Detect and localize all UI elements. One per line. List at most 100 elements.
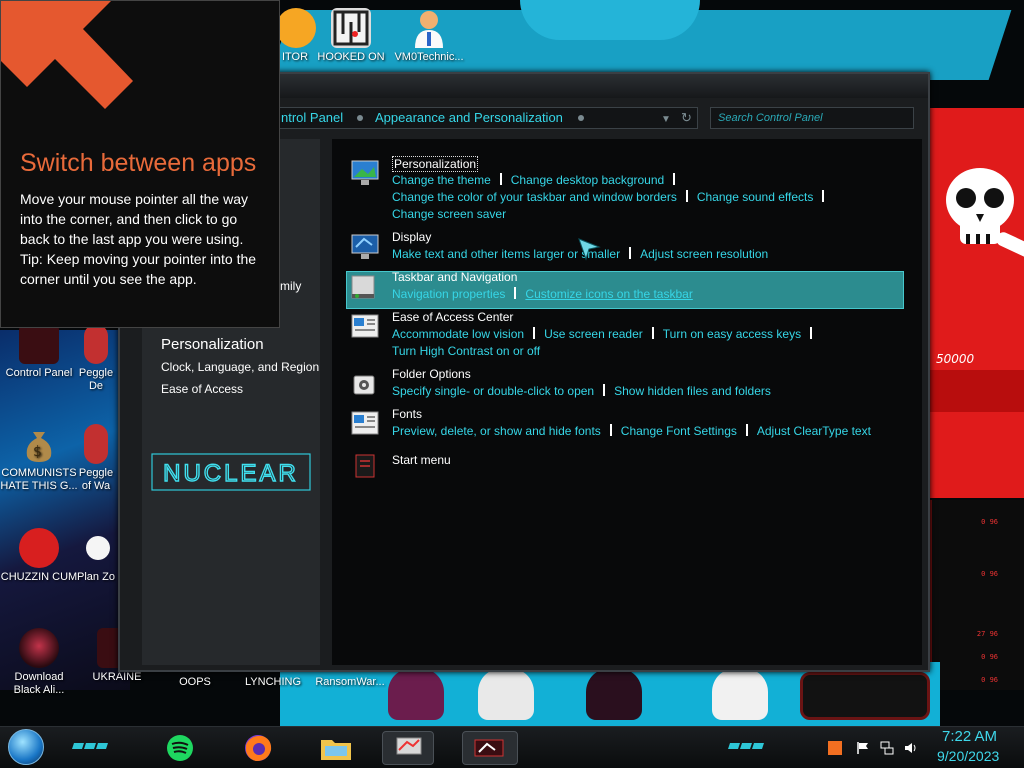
category-links: Preview, delete, or show and hide fonts C… <box>392 423 902 440</box>
control-panel-icon <box>474 739 504 757</box>
app-icon[interactable] <box>828 741 842 755</box>
link-separator <box>810 327 813 339</box>
category-title[interactable]: Display <box>392 230 431 244</box>
desktop-icon[interactable]: CHUZZIN CUM <box>0 528 78 584</box>
link-separator <box>745 424 748 436</box>
taskbar-icon[interactable] <box>350 274 380 302</box>
category-links: Accommodate low vision Use screen reader T… <box>392 326 902 360</box>
clock-time[interactable]: 7:22 AM <box>942 728 997 745</box>
link-use-screen-reader[interactable]: Use screen reader <box>544 327 643 341</box>
nav-item-partial[interactable]: mily <box>280 279 301 293</box>
start-menu-icon[interactable] <box>350 453 380 481</box>
hud-number: 0 96 <box>981 653 998 661</box>
nav-item-clock-language-region[interactable]: Clock, Language, and Region <box>161 360 319 374</box>
desktop-icon[interactable]: RansomWar... <box>311 676 389 689</box>
desktop-icon[interactable]: VM0Technic... <box>390 8 468 64</box>
desktop-icon[interactable]: LYNCHING <box>234 676 312 689</box>
link-separator <box>651 327 654 339</box>
hud-number: 0 96 <box>981 570 998 578</box>
hint-body: Move your mouse pointer all the way into… <box>20 189 270 289</box>
desktop-icon[interactable]: OOPS <box>156 676 234 689</box>
link-separator <box>603 384 606 396</box>
desktop-icon[interactable]: Peggle of Wa <box>76 424 116 493</box>
link-adjust-screen-resolution[interactable]: Adjust screen resolution <box>640 247 768 261</box>
link-single-double-click[interactable]: Specify single- or double-click to open <box>392 384 594 398</box>
taskbar-button-spotify[interactable] <box>160 731 200 765</box>
link-change-taskbar-color[interactable]: Change the color of your taskbar and win… <box>392 190 677 204</box>
nav-heading-personalization[interactable]: Personalization <box>161 336 264 353</box>
fonts-icon[interactable] <box>350 410 380 438</box>
display-icon[interactable] <box>350 233 380 261</box>
desktop-icon[interactable]: Control Panel <box>0 324 78 380</box>
breadcrumb-separator[interactable] <box>357 115 363 121</box>
desktop-icon-label: VM0Technic... <box>394 51 464 63</box>
network-icon[interactable] <box>880 741 894 755</box>
desktop-icon-label: Peggle of Wa <box>78 467 114 492</box>
desktop-icon[interactable]: HOOKED ON <box>312 8 390 64</box>
nav-item-ease-of-access[interactable]: Ease of Access <box>161 382 243 396</box>
link-accommodate-low-vision[interactable]: Accommodate low vision <box>392 327 524 341</box>
flag-icon[interactable] <box>856 741 870 755</box>
clock-date[interactable]: 9/20/2023 <box>937 748 999 764</box>
control-panel-icon <box>19 324 59 364</box>
taskbar-decoration <box>728 743 764 749</box>
category-title[interactable]: Start menu <box>392 453 451 467</box>
breadcrumb-control-panel[interactable]: ntrol Panel <box>281 108 343 128</box>
folder-options-icon[interactable] <box>350 370 380 398</box>
refresh-icon[interactable]: ↻ <box>681 108 692 128</box>
address-bar[interactable]: ntrol Panel Appearance and Personalizati… <box>268 107 698 129</box>
ease-of-access-icon[interactable] <box>350 313 380 341</box>
firefox-icon <box>245 735 272 761</box>
desktop-icon-label: HOOKED ON <box>317 51 385 63</box>
peggle-icon <box>84 324 108 364</box>
link-separator <box>673 173 676 185</box>
chevron-down-icon[interactable]: ▼ <box>661 110 671 128</box>
taskbar-button-control-panel[interactable] <box>382 731 434 765</box>
breadcrumb-separator[interactable] <box>578 115 584 121</box>
link-turn-on-easy-access-keys[interactable]: Turn on easy access keys <box>663 327 801 341</box>
link-preview-fonts[interactable]: Preview, delete, or show and hide fonts <box>392 424 601 438</box>
nuclear-logo-text: NUCLEAR <box>163 460 299 487</box>
link-adjust-cleartype[interactable]: Adjust ClearType text <box>757 424 871 438</box>
taskbar <box>0 726 1024 768</box>
arrow-icon <box>1 1 133 109</box>
link-change-screen-saver[interactable]: Change screen saver <box>392 207 506 221</box>
taskbar-button-control-panel-2[interactable] <box>462 731 518 765</box>
money-bag-icon: $ <box>19 424 59 464</box>
app-icon <box>276 8 316 48</box>
link-change-desktop-background[interactable]: Change desktop background <box>511 173 664 187</box>
volume-icon[interactable] <box>904 741 918 755</box>
nuclear-logo: NUCLEAR <box>151 453 311 491</box>
desktop-icon[interactable]: $ COMMUNISTS HATE THIS G... <box>0 424 78 493</box>
link-change-sound-effects[interactable]: Change sound effects <box>697 190 814 204</box>
category-title[interactable]: Ease of Access Center <box>392 310 513 324</box>
desktop-icon[interactable]: Plan Zo <box>76 528 116 584</box>
link-change-theme[interactable]: Change the theme <box>392 173 491 187</box>
maze-icon <box>331 8 371 48</box>
link-separator <box>629 247 632 259</box>
link-separator <box>609 424 612 436</box>
category-title[interactable]: Fonts <box>392 407 422 421</box>
link-customize-taskbar-icons[interactable]: Customize icons on the taskbar <box>525 287 692 301</box>
desktop-icon[interactable]: Peggle De <box>76 324 116 393</box>
link-change-font-settings[interactable]: Change Font Settings <box>621 424 737 438</box>
hint-tip: Tip: Keep moving your pointer into the c… <box>20 251 257 287</box>
start-button[interactable] <box>8 729 44 765</box>
desktop-icon[interactable]: Download Black Ali... <box>0 628 78 697</box>
sneaker-art <box>586 668 642 720</box>
hud-number: 0 96 <box>981 676 998 684</box>
category-title[interactable]: Personalization <box>392 156 479 172</box>
taskbar-button-firefox[interactable] <box>238 731 278 765</box>
search-input[interactable]: Search Control Panel <box>710 107 914 129</box>
personalization-icon[interactable] <box>350 159 380 187</box>
link-high-contrast[interactable]: Turn High Contrast on or off <box>392 344 540 358</box>
breadcrumb-appearance[interactable]: Appearance and Personalization <box>375 108 563 128</box>
category-title[interactable]: Folder Options <box>392 367 471 381</box>
taskbar-button-file-explorer[interactable] <box>316 731 356 765</box>
wallpaper-score: 50000 <box>936 352 975 366</box>
hud-number: 0 96 <box>981 518 998 526</box>
category-title[interactable]: Taskbar and Navigation <box>392 270 517 284</box>
link-separator <box>822 190 825 202</box>
link-show-hidden-files[interactable]: Show hidden files and folders <box>614 384 771 398</box>
link-navigation-properties[interactable]: Navigation properties <box>392 287 505 301</box>
